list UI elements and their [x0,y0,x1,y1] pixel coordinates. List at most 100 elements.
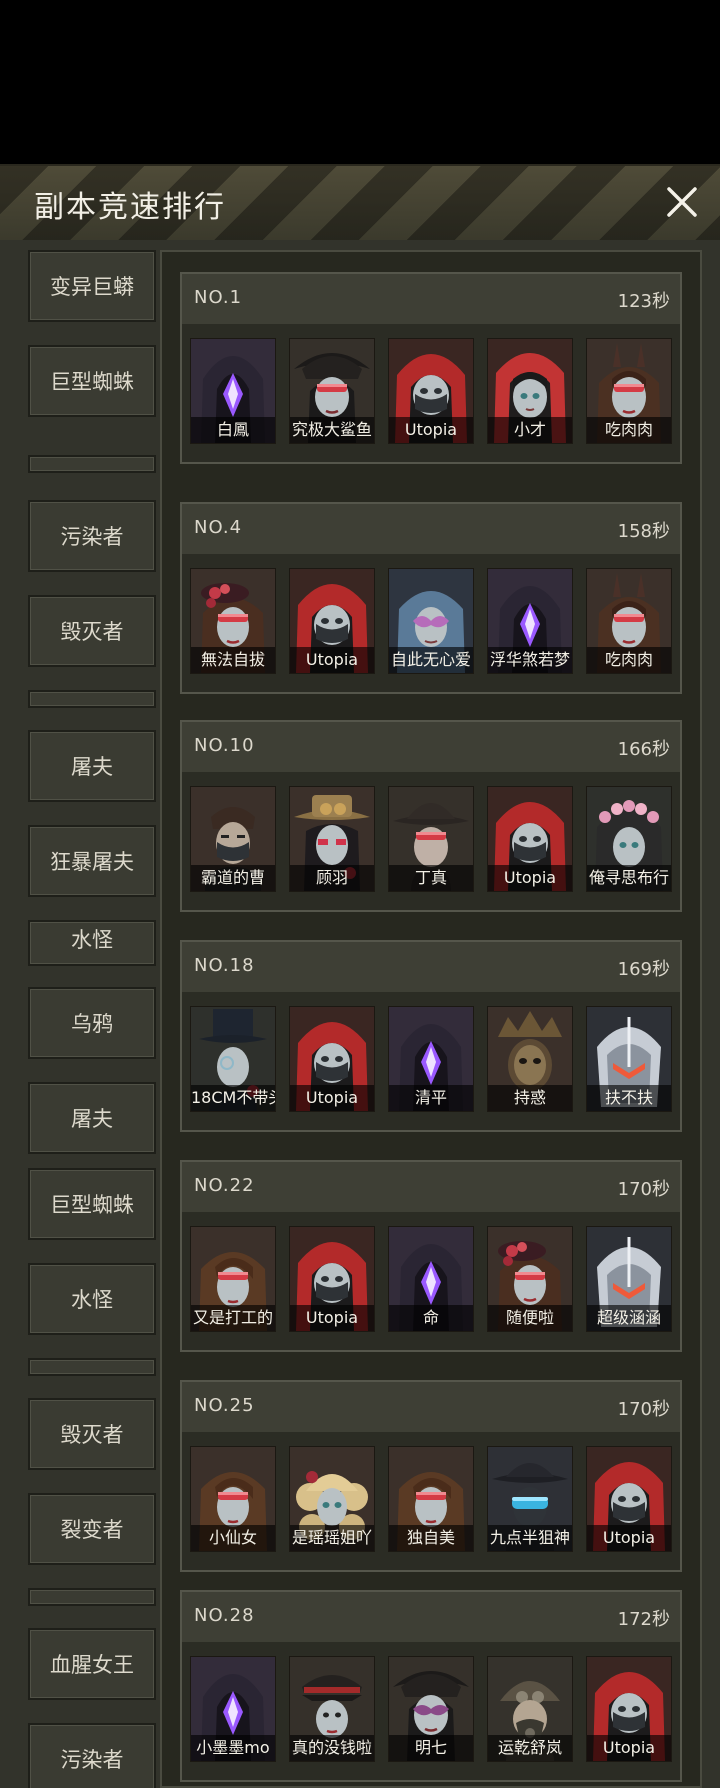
sidebar-item[interactable]: 毁灭者 [28,595,156,667]
member-name: 丁真 [389,865,473,891]
member-name: 小才 [488,417,572,443]
clear-time: 166秒 [617,739,670,760]
member-card[interactable]: 扶不扶 [586,1006,672,1112]
entry-header: NO.10 166秒 [182,722,680,772]
team-members: 白鳳 究极大鲨鱼 Utopia 小才 吃肉肉 [190,338,676,446]
entry-header: NO.4 158秒 [182,504,680,554]
member-card[interactable]: 顾羽 [289,786,375,892]
member-card[interactable]: 又是打工的 [190,1226,276,1332]
sidebar-item[interactable] [28,690,156,708]
sidebar-item[interactable]: 水怪 [28,920,156,966]
sidebar-item[interactable]: 巨型蜘蛛 [28,345,156,417]
sidebar-item-label: 巨型蜘蛛 [50,1193,134,1217]
member-name: 持惑 [488,1085,572,1111]
ranking-entry: NO.10 166秒霸道的曹 顾羽 丁真 Utopia 俺寻思布行 [180,720,682,912]
member-name: 明七 [389,1735,473,1761]
member-card[interactable]: 吃肉肉 [586,568,672,674]
sidebar-item-label: 污染者 [60,1748,124,1772]
clear-time: 158秒 [617,521,670,542]
member-name: Utopia [290,647,374,673]
member-card[interactable]: 随便啦 [487,1226,573,1332]
rank-label: NO.25 [194,1395,255,1416]
member-name: 18CM不带头 [191,1085,275,1111]
member-card[interactable]: 真的没钱啦 [289,1656,375,1762]
sidebar-item[interactable]: 血腥女王 [28,1628,156,1700]
team-members: 小墨墨mo 真的没钱啦 明七 运乾舒岚 Utopia [190,1656,676,1764]
sidebar-item[interactable]: 污染者 [28,1723,156,1788]
member-card[interactable]: 运乾舒岚 [487,1656,573,1762]
member-name: 小墨墨mo [191,1735,275,1761]
member-card[interactable]: Utopia [388,338,474,444]
clear-time: 169秒 [617,959,670,980]
member-card[interactable]: Utopia [586,1446,672,1552]
team-members: 18CM不带头 Utopia 清平持惑扶不扶 [190,1006,676,1114]
member-card[interactable]: 究极大鲨鱼 [289,338,375,444]
sidebar-item[interactable] [28,1588,156,1606]
member-name: Utopia [290,1305,374,1331]
sidebar-item-label: 乌鸦 [71,1012,113,1036]
member-name: 白鳳 [191,417,275,443]
member-name: 清平 [389,1085,473,1111]
member-card[interactable]: 小才 [487,338,573,444]
member-card[interactable]: 白鳳 [190,338,276,444]
member-card[interactable]: 是瑶瑶姐吖 [289,1446,375,1552]
sidebar-item[interactable]: 乌鸦 [28,987,156,1059]
sidebar-item-label: 屠夫 [71,755,113,779]
ranking-entry: NO.18 169秒 18CM不带头 Utopia 清平持惑扶不扶 [180,940,682,1132]
member-card[interactable]: 俺寻思布行 [586,786,672,892]
member-name: 無法自拔 [191,647,275,673]
member-card[interactable]: 霸道的曹 [190,786,276,892]
member-card[interactable]: 清平 [388,1006,474,1112]
sidebar-item-label: 毁灭者 [60,1423,124,1447]
ranking-entry: NO.1 123秒 白鳳 究极大鲨鱼 Utopia 小才 吃肉肉 [180,272,682,464]
member-name: Utopia [587,1735,671,1761]
rank-label: NO.18 [194,955,255,976]
member-card[interactable]: Utopia [289,568,375,674]
sidebar-item[interactable]: 变异巨蟒 [28,250,156,322]
member-card[interactable]: 明七 [388,1656,474,1762]
sidebar-item[interactable]: 狂暴屠夫 [28,825,156,897]
member-card[interactable]: 浮华煞若梦 [487,568,573,674]
member-card[interactable]: Utopia [586,1656,672,1762]
sidebar-item[interactable]: 屠夫 [28,1082,156,1154]
member-card[interactable]: 小仙女 [190,1446,276,1552]
sidebar-item-label: 水怪 [71,1288,113,1312]
sidebar-item[interactable] [28,1358,156,1376]
member-card[interactable]: Utopia [289,1226,375,1332]
member-card[interactable]: 無法自拔 [190,568,276,674]
member-name: 小仙女 [191,1525,275,1551]
member-card[interactable]: 超级涵涵 [586,1226,672,1332]
close-button[interactable] [658,178,706,226]
member-name: 独自美 [389,1525,473,1551]
sidebar-item[interactable]: 水怪 [28,1263,156,1335]
member-card[interactable]: Utopia [487,786,573,892]
sidebar-item[interactable]: 巨型蜘蛛 [28,1168,156,1240]
member-card[interactable]: Utopia [289,1006,375,1112]
member-card[interactable]: 吃肉肉 [586,338,672,444]
dungeon-sidebar: 变异巨蟒 巨型蜘蛛 污染者 毁灭者 屠夫 狂暴屠夫 水怪 乌鸦 屠夫 巨型蜘蛛 水怪 毁灭者 裂变者 血腥… [28,250,160,1788]
member-card[interactable]: 九点半狙神 [487,1446,573,1552]
entry-header: NO.22 170秒 [182,1162,680,1212]
clear-time: 170秒 [617,1399,670,1420]
sidebar-item[interactable]: 屠夫 [28,730,156,802]
rank-label: NO.22 [194,1175,255,1196]
sidebar-item[interactable] [28,455,156,473]
clear-time: 170秒 [617,1179,670,1200]
member-card[interactable]: 自此无心爱 [388,568,474,674]
team-members: 霸道的曹 顾羽 丁真 Utopia 俺寻思布行 [190,786,676,894]
member-card[interactable]: 18CM不带头 [190,1006,276,1112]
member-name: 顾羽 [290,865,374,891]
sidebar-item[interactable]: 裂变者 [28,1493,156,1565]
sidebar-item-label: 污染者 [60,525,124,549]
clear-time: 123秒 [617,291,670,312]
member-card[interactable]: 独自美 [388,1446,474,1552]
member-card[interactable]: 命 [388,1226,474,1332]
member-card[interactable]: 持惑 [487,1006,573,1112]
sidebar-item[interactable]: 毁灭者 [28,1398,156,1470]
member-card[interactable]: 丁真 [388,786,474,892]
rank-label: NO.28 [194,1605,255,1626]
member-name: 是瑶瑶姐吖 [290,1525,374,1551]
member-card[interactable]: 小墨墨mo [190,1656,276,1762]
sidebar-item[interactable]: 污染者 [28,500,156,572]
rank-label: NO.4 [194,517,243,538]
